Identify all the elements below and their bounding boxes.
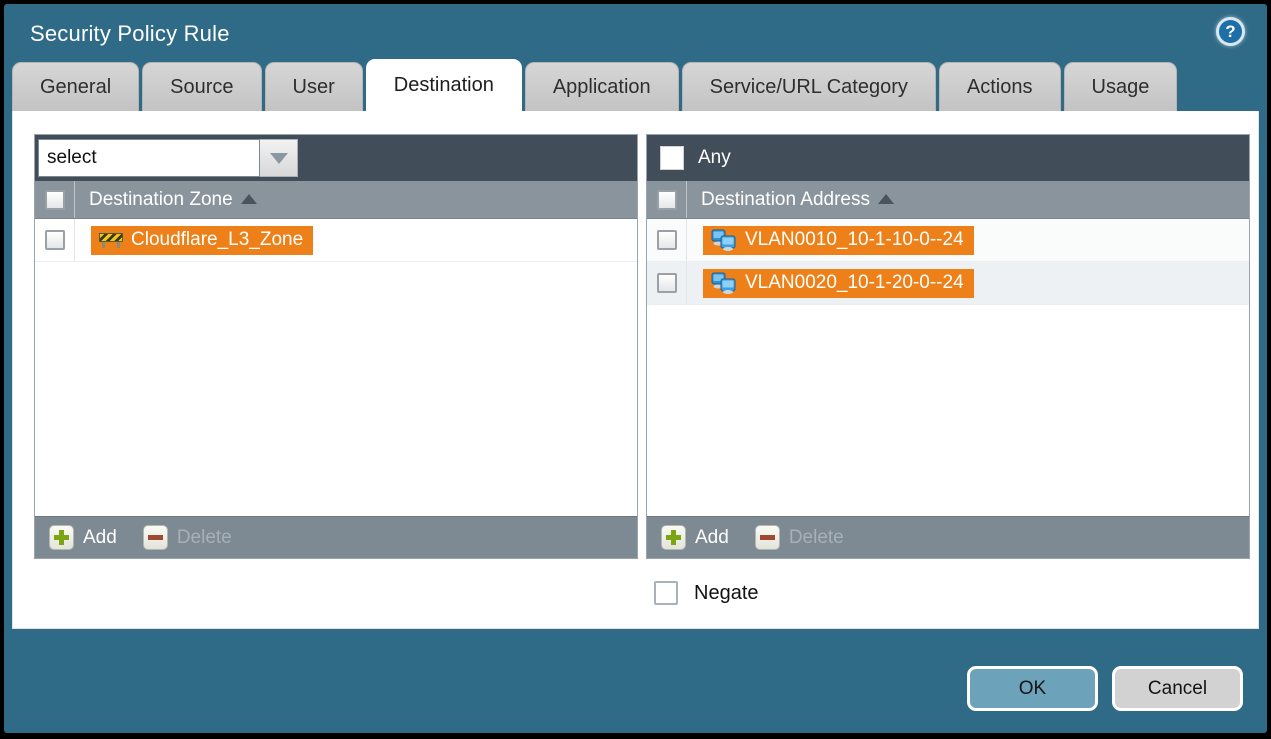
network-icon bbox=[711, 229, 737, 251]
zone-item-label: Cloudflare_L3_Zone bbox=[131, 229, 303, 251]
destination-address-panel: Any Destination Address bbox=[646, 134, 1250, 559]
any-row: Any bbox=[650, 146, 731, 170]
negate-row: Negate bbox=[654, 581, 759, 605]
zone-column-label: Destination Zone bbox=[89, 189, 233, 211]
minus-icon bbox=[143, 525, 168, 550]
dialog-footer: OK Cancel bbox=[967, 666, 1243, 711]
address-column-header: Destination Address bbox=[647, 181, 1249, 219]
security-policy-rule-dialog: Security Policy Rule ? General Source Us… bbox=[4, 4, 1267, 733]
sort-ascending-icon bbox=[878, 194, 894, 204]
zone-item[interactable]: Cloudflare_L3_Zone bbox=[91, 226, 313, 255]
address-column-title[interactable]: Destination Address bbox=[701, 189, 894, 211]
address-list: VLAN0010_10-1-10-0--24 bbox=[647, 219, 1249, 516]
address-column-label: Destination Address bbox=[701, 189, 870, 211]
address-row-checkbox-cell bbox=[647, 219, 687, 261]
any-checkbox[interactable] bbox=[660, 146, 684, 170]
zone-panel-toolbar bbox=[35, 135, 637, 181]
zone-icon bbox=[99, 231, 123, 248]
tab-general[interactable]: General bbox=[12, 62, 139, 111]
address-select-all-checkbox[interactable] bbox=[657, 190, 677, 210]
zone-delete-button[interactable]: Delete bbox=[143, 525, 232, 550]
address-item[interactable]: VLAN0010_10-1-10-0--24 bbox=[703, 226, 974, 255]
address-add-button[interactable]: Add bbox=[661, 525, 729, 550]
address-item-label: VLAN0010_10-1-10-0--24 bbox=[745, 229, 964, 251]
address-row: VLAN0020_10-1-20-0--24 bbox=[647, 262, 1249, 305]
chevron-down-icon bbox=[270, 153, 288, 164]
sort-ascending-icon bbox=[241, 194, 257, 204]
address-select-all-cell bbox=[647, 181, 687, 218]
plus-icon bbox=[661, 525, 686, 550]
tab-service-url-category[interactable]: Service/URL Category bbox=[682, 62, 936, 111]
ok-button[interactable]: OK bbox=[967, 666, 1098, 711]
address-delete-button[interactable]: Delete bbox=[755, 525, 844, 550]
address-item[interactable]: VLAN0020_10-1-20-0--24 bbox=[703, 269, 974, 298]
address-panel-footer: Add Delete bbox=[647, 516, 1249, 558]
address-row-checkbox[interactable] bbox=[657, 273, 677, 293]
address-row-checkbox-cell bbox=[647, 262, 687, 304]
address-row: VLAN0010_10-1-10-0--24 bbox=[647, 219, 1249, 262]
address-delete-label: Delete bbox=[789, 527, 844, 549]
zone-row-checkbox-cell bbox=[35, 219, 75, 261]
dialog-title: Security Policy Rule bbox=[30, 21, 230, 47]
tab-usage[interactable]: Usage bbox=[1064, 62, 1178, 111]
tab-strip: General Source User Destination Applicat… bbox=[4, 62, 1267, 111]
address-item-label: VLAN0020_10-1-20-0--24 bbox=[745, 272, 964, 294]
destination-tab-content: Destination Zone Cloudflare_L3_Zone bbox=[12, 111, 1259, 629]
zone-select-all-cell bbox=[35, 181, 75, 218]
zone-select-input[interactable] bbox=[38, 139, 260, 177]
plus-icon bbox=[49, 525, 74, 550]
tab-destination[interactable]: Destination bbox=[366, 59, 522, 111]
zone-list: Cloudflare_L3_Zone bbox=[35, 219, 637, 516]
tab-application[interactable]: Application bbox=[525, 62, 679, 111]
zone-add-label: Add bbox=[83, 527, 117, 549]
tab-user[interactable]: User bbox=[265, 62, 363, 111]
zone-select-combo bbox=[38, 139, 298, 177]
destination-zone-panel: Destination Zone Cloudflare_L3_Zone bbox=[34, 134, 638, 559]
zone-panel-footer: Add Delete bbox=[35, 516, 637, 558]
zone-add-button[interactable]: Add bbox=[49, 525, 117, 550]
zone-column-title[interactable]: Destination Zone bbox=[89, 189, 257, 211]
zone-delete-label: Delete bbox=[177, 527, 232, 549]
help-icon[interactable]: ? bbox=[1216, 17, 1245, 46]
tab-source[interactable]: Source bbox=[142, 62, 261, 111]
zone-column-header: Destination Zone bbox=[35, 181, 637, 219]
cancel-button[interactable]: Cancel bbox=[1112, 666, 1243, 711]
negate-label: Negate bbox=[694, 582, 759, 605]
address-panel-toolbar: Any bbox=[647, 135, 1249, 181]
tab-actions[interactable]: Actions bbox=[939, 62, 1061, 111]
address-add-label: Add bbox=[695, 527, 729, 549]
network-icon bbox=[711, 272, 737, 294]
any-label: Any bbox=[698, 147, 731, 169]
address-row-checkbox[interactable] bbox=[657, 230, 677, 250]
title-bar: Security Policy Rule ? bbox=[4, 4, 1267, 62]
zone-select-all-checkbox[interactable] bbox=[45, 190, 65, 210]
zone-row-checkbox[interactable] bbox=[45, 230, 65, 250]
zone-row: Cloudflare_L3_Zone bbox=[35, 219, 637, 262]
negate-checkbox[interactable] bbox=[654, 581, 678, 605]
minus-icon bbox=[755, 525, 780, 550]
zone-select-dropdown-button[interactable] bbox=[260, 139, 298, 177]
